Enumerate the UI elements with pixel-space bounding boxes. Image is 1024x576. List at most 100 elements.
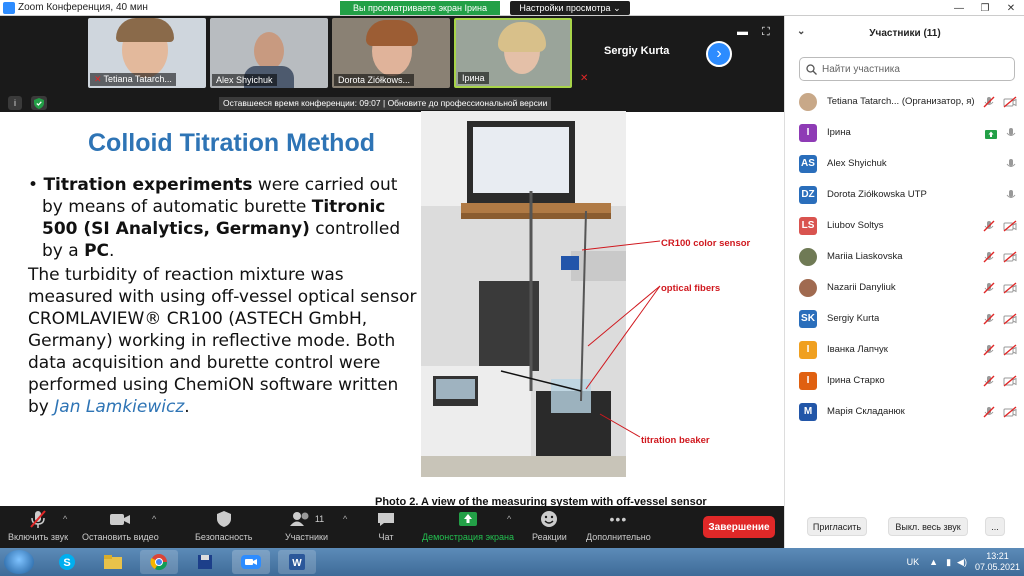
video-off-icon[interactable] <box>1003 250 1017 268</box>
participant-hair <box>366 20 418 46</box>
audio-options-caret[interactable]: ^ <box>63 514 67 524</box>
video-off-icon[interactable] <box>1003 219 1017 237</box>
svg-text:W: W <box>292 558 302 569</box>
zoom-taskbar-icon[interactable] <box>232 550 270 574</box>
panel-more-button[interactable]: ... <box>985 517 1005 536</box>
participants-button[interactable]: 11 Участники <box>285 509 328 547</box>
volume-icon[interactable]: ◀) <box>957 557 967 568</box>
mute-all-button[interactable]: Выкл. весь звук <box>888 517 968 536</box>
participant-row[interactable]: Tetiana Tatarch... (Организатор, я) <box>785 86 1024 117</box>
tray-arrow-icon[interactable]: ▲ <box>929 557 938 567</box>
share-options-caret[interactable]: ^ <box>507 514 511 524</box>
participant-row[interactable]: DZ Dorota Ziółkowska UTP <box>785 179 1024 210</box>
network-icon[interactable]: ▮ <box>946 557 951 568</box>
mic-muted-icon: ✕ <box>94 74 102 84</box>
share-screen-button[interactable]: Демонстрация экрана <box>422 509 514 547</box>
avatar-initials: LS <box>799 216 817 235</box>
avatar-photo <box>799 247 817 266</box>
mic-muted-icon[interactable] <box>983 250 995 268</box>
next-page-arrow-icon[interactable]: › <box>706 41 732 67</box>
video-off-icon[interactable] <box>1003 281 1017 299</box>
stop-video-button[interactable]: Остановить видео <box>82 509 159 547</box>
maximize-button[interactable]: ❐ <box>972 0 998 16</box>
participant-list: Tetiana Tatarch... (Организатор, я) І Ірин… <box>785 86 1024 427</box>
minimize-strip-icon[interactable]: ▬ <box>737 26 748 38</box>
invite-button[interactable]: Пригласить <box>807 517 867 536</box>
more-button[interactable]: ••• Дополнительно <box>586 509 651 547</box>
participant-hair <box>116 18 174 42</box>
view-options-button[interactable]: Настройки просмотра ⌄ <box>510 1 630 15</box>
video-off-icon[interactable] <box>1003 374 1017 392</box>
mic-muted-icon[interactable] <box>983 405 995 423</box>
minimize-button[interactable]: — <box>946 0 972 16</box>
video-tile-sergiy[interactable]: Sergiy Kurta ✕ <box>576 18 694 88</box>
participant-name: Sergiy Kurta <box>827 313 880 324</box>
meeting-toolbar: Включить звук ^ Остановить видео ^ Безоп… <box>0 506 784 548</box>
participant-row[interactable]: SK Sergiy Kurta <box>785 303 1024 334</box>
word-taskbar-icon[interactable]: W <box>278 550 316 574</box>
video-tile-dorota[interactable]: Dorota Ziółkows... <box>332 18 450 88</box>
mic-muted-icon[interactable] <box>983 219 995 237</box>
collapse-chevron-icon[interactable]: ⌄ <box>797 26 805 37</box>
reactions-button[interactable]: Реакции <box>532 509 567 547</box>
video-tile-iryna-active[interactable]: Ірина <box>454 18 572 88</box>
mic-muted-icon[interactable] <box>983 343 995 361</box>
mic-muted-icon[interactable] <box>983 281 995 299</box>
chat-button[interactable]: Чат <box>376 509 396 547</box>
search-input[interactable] <box>822 63 1012 75</box>
video-tile-alex[interactable]: Alex Shyichuk <box>210 18 328 88</box>
participant-row[interactable]: Nazarii Danyliuk <box>785 272 1024 303</box>
unmute-button[interactable]: Включить звук <box>8 509 68 547</box>
participant-row[interactable]: M Марія Складанюк <box>785 396 1024 427</box>
fullscreen-icon[interactable]: ⛶ <box>762 26 770 39</box>
skype-taskbar-icon[interactable]: S <box>48 550 86 574</box>
participant-row[interactable]: І Ірина <box>785 117 1024 148</box>
mic-icon[interactable] <box>1005 188 1017 206</box>
close-button[interactable]: ✕ <box>998 0 1024 16</box>
video-options-caret[interactable]: ^ <box>152 514 156 524</box>
mic-muted-icon[interactable] <box>983 312 995 330</box>
stage-topbar: i Оставшееся время конференции: 09:07 | … <box>0 94 784 112</box>
language-indicator[interactable]: UK <box>907 557 920 567</box>
end-meeting-button[interactable]: Завершение <box>703 516 775 538</box>
security-shield-icon[interactable] <box>31 96 47 110</box>
video-off-icon[interactable] <box>1003 343 1017 361</box>
mic-muted-icon[interactable] <box>983 374 995 392</box>
participant-row[interactable]: І Ірина Старко <box>785 365 1024 396</box>
bullet-bold-3: PC <box>84 241 110 261</box>
mic-muted-icon[interactable] <box>983 95 995 113</box>
participant-name: Liubov Soltys <box>827 220 884 231</box>
video-off-icon[interactable] <box>1003 405 1017 423</box>
stop-video-label: Остановить видео <box>82 532 159 542</box>
participant-row[interactable]: Mariia Liaskovska <box>785 241 1024 272</box>
avatar-initials: І <box>799 123 817 142</box>
clock[interactable]: 13:21 07.05.2021 <box>975 551 1020 573</box>
participants-caret[interactable]: ^ <box>343 514 347 524</box>
time-remaining-banner[interactable]: Оставшееся время конференции: 09:07 | Об… <box>219 97 552 110</box>
tile-name: ✕ Tetiana Tatarch... <box>90 73 176 86</box>
mic-icon[interactable] <box>1005 126 1017 144</box>
video-off-icon[interactable] <box>1003 95 1017 113</box>
chat-icon <box>378 513 394 526</box>
chrome-taskbar-icon[interactable] <box>140 550 178 574</box>
save-app-taskbar-icon[interactable] <box>186 550 224 574</box>
info-icon[interactable]: i <box>8 96 22 110</box>
avatar-initials: M <box>799 402 817 421</box>
participant-search[interactable] <box>799 57 1015 81</box>
start-button[interactable] <box>4 550 34 574</box>
mic-muted-icon: ✕ <box>580 73 589 84</box>
panel-footer: Пригласить Выкл. весь звук ... <box>785 508 1024 548</box>
video-tile-tetiana[interactable]: ✕ Tetiana Tatarch... <box>88 18 206 88</box>
windows-taskbar: S W UK ▲ ▮ ◀) 13:21 07.05.2021 <box>0 548 1024 576</box>
security-button[interactable]: Безопасность <box>195 509 252 547</box>
participant-row[interactable]: LS Liubov Soltys <box>785 210 1024 241</box>
reactions-label: Реакции <box>532 532 567 542</box>
avatar-initials: DZ <box>799 185 817 204</box>
participant-row[interactable]: І Іванка Лапчук <box>785 334 1024 365</box>
participant-row[interactable]: AS Alex Shyichuk <box>785 148 1024 179</box>
smiley-icon <box>541 511 558 527</box>
mic-icon[interactable] <box>1005 157 1017 175</box>
video-off-icon[interactable] <box>1003 312 1017 330</box>
explorer-taskbar-icon[interactable] <box>94 550 132 574</box>
avatar-initials: І <box>799 371 817 390</box>
